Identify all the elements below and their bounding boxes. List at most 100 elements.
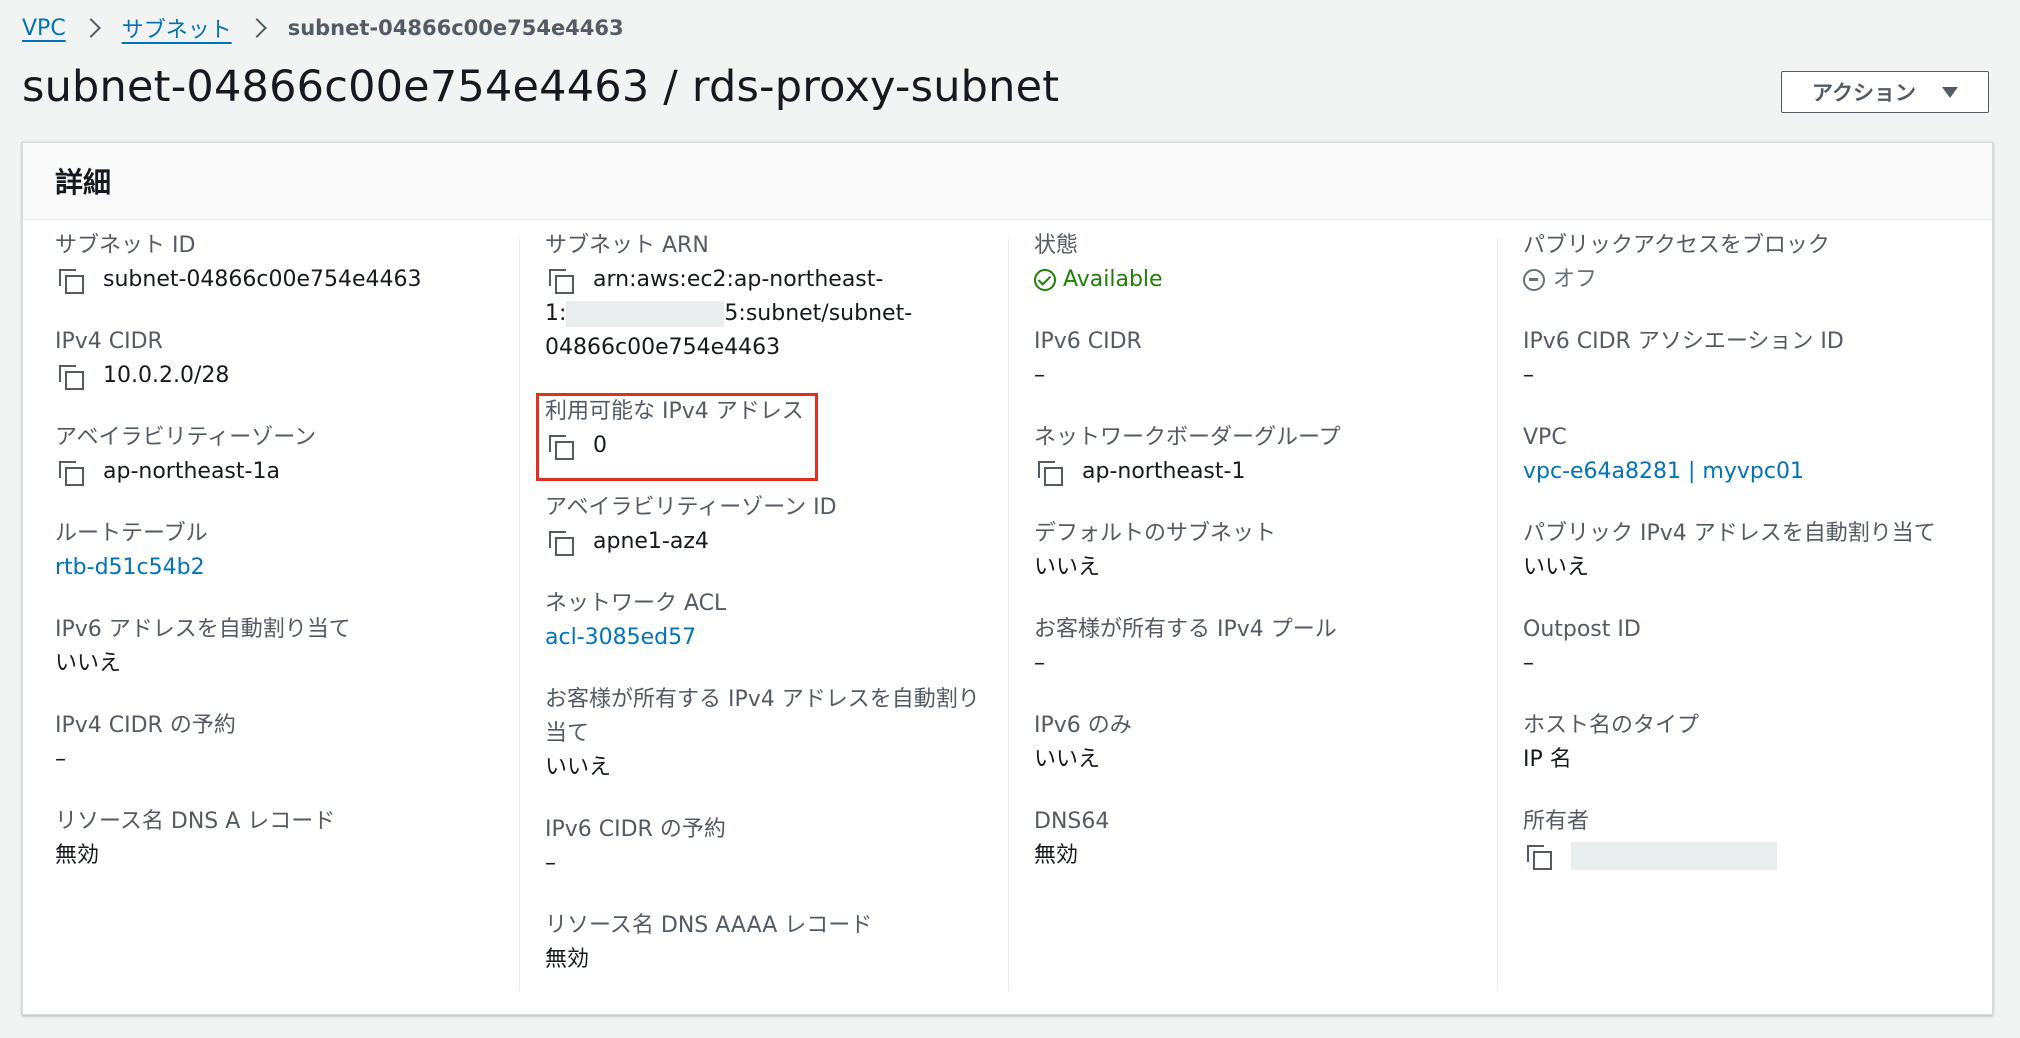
availability-zone-value: ap-northeast-1a <box>103 459 280 484</box>
field-value: – <box>1523 651 1534 676</box>
field-label: サブネット ARN <box>545 233 709 258</box>
caret-down-icon <box>1941 86 1958 98</box>
field-label-continued: 当て <box>545 721 590 746</box>
field-label: VPC <box>1523 425 1567 450</box>
border-group-value: ap-northeast-1 <box>1082 459 1246 484</box>
subnet-arn-line1: arn:aws:ec2:ap-northeast- <box>593 267 884 292</box>
field-label: IPv6 CIDR アソシエーション ID <box>1523 329 1844 354</box>
field-hostname-type: ホスト名のタイプ IP 名 <box>1523 709 1963 777</box>
actions-button[interactable]: アクション <box>1781 71 1989 113</box>
field-customer-ipv4-pool: お客様が所有する IPv4 プール – <box>1034 613 1474 681</box>
field-label: IPv6 CIDR の予約 <box>545 817 726 842</box>
field-value: 無効 <box>55 843 100 868</box>
panel-title: 詳細 <box>23 143 1992 220</box>
field-label: アベイラビリティーゾーン ID <box>545 495 837 520</box>
field-value: – <box>55 747 66 772</box>
field-ipv6-only: IPv6 のみ いいえ <box>1034 709 1474 777</box>
field-label: パブリック IPv4 アドレスを自動割り当て <box>1523 521 1936 546</box>
column-divider <box>519 239 520 991</box>
field-owner: 所有者 <box>1523 805 1963 870</box>
subnet-arn-suffix: 5:subnet/subnet- <box>724 301 913 326</box>
state-value: Available <box>1063 267 1163 292</box>
az-id-value: apne1-az4 <box>593 529 709 554</box>
field-ipv6-cidr-reservation: IPv6 CIDR の予約 – <box>545 813 985 881</box>
block-public-value: オフ <box>1553 267 1598 292</box>
field-default-subnet: デフォルトのサブネット いいえ <box>1034 517 1474 585</box>
field-label: IPv4 CIDR の予約 <box>55 713 236 738</box>
field-ipv6-auto-assign: IPv6 アドレスを自動割り当て いいえ <box>55 613 495 681</box>
field-label: お客様が所有する IPv4 アドレスを自動割り <box>545 687 980 712</box>
field-label: アベイラビリティーゾーン <box>55 425 317 450</box>
field-label: 所有者 <box>1523 809 1590 834</box>
field-label: パブリックアクセスをブロック <box>1523 233 1830 258</box>
field-value: – <box>1523 363 1534 388</box>
field-value: – <box>1034 363 1045 388</box>
details-panel: 詳細 サブネット ID subnet-04866c00e754e4463 IPv… <box>22 142 1993 1015</box>
copy-icon[interactable] <box>1527 845 1552 870</box>
field-label: Outpost ID <box>1523 617 1641 642</box>
copy-icon[interactable] <box>59 365 84 390</box>
field-label: ネットワーク ACL <box>545 591 727 616</box>
field-value: いいえ <box>1034 747 1101 772</box>
field-label: ルートテーブル <box>55 521 208 546</box>
field-customer-ipv4-auto-assign: お客様が所有する IPv4 アドレスを自動割り 当て いいえ <box>545 683 985 785</box>
column-divider <box>1008 239 1009 991</box>
field-value: 無効 <box>1034 843 1079 868</box>
copy-icon[interactable] <box>59 461 84 486</box>
field-availability-zone: アベイラビリティーゾーン ap-northeast-1a <box>55 421 495 489</box>
field-label: IPv6 のみ <box>1034 713 1132 738</box>
field-label: お客様が所有する IPv4 プール <box>1034 617 1337 642</box>
copy-icon[interactable] <box>1038 461 1063 486</box>
field-value: いいえ <box>1523 555 1590 580</box>
subnet-arn-line3: 04866c00e754e4463 <box>545 335 781 360</box>
status-badge: Available <box>1034 263 1474 297</box>
column-divider <box>1497 239 1498 991</box>
field-value: IP 名 <box>1523 747 1572 772</box>
network-acl-link[interactable]: acl-3085ed57 <box>545 621 985 655</box>
copy-icon[interactable] <box>549 531 574 556</box>
field-ipv6-association-id: IPv6 CIDR アソシエーション ID – <box>1523 325 1963 393</box>
field-label: リソース名 DNS A レコード <box>55 809 336 834</box>
field-label: DNS64 <box>1034 809 1110 834</box>
highlight-box <box>536 393 818 481</box>
field-ipv4-cidr-reservation: IPv4 CIDR の予約 – <box>55 709 495 777</box>
subnet-arn-line2: 1: 5:subnet/subnet- <box>545 297 985 331</box>
breadcrumb-subnets-link[interactable]: サブネット <box>122 12 232 44</box>
route-table-link[interactable]: rtb-d51c54b2 <box>55 551 495 585</box>
field-label: サブネット ID <box>55 233 196 258</box>
field-value: いいえ <box>1034 555 1101 580</box>
field-value: いいえ <box>545 755 612 780</box>
field-ipv4-cidr: IPv4 CIDR 10.0.2.0/28 <box>55 325 495 393</box>
field-vpc: VPC vpc-e64a8281 | myvpc01 <box>1523 421 1963 489</box>
field-route-table: ルートテーブル rtb-d51c54b2 <box>55 517 495 585</box>
field-az-id: アベイラビリティーゾーン ID apne1-az4 <box>545 491 985 559</box>
field-public-ipv4-auto-assign: パブリック IPv4 アドレスを自動割り当て いいえ <box>1523 517 1963 585</box>
copy-icon[interactable] <box>59 269 84 294</box>
field-label: IPv4 CIDR <box>55 329 163 354</box>
field-ipv6-cidr: IPv6 CIDR – <box>1034 325 1474 393</box>
field-label: IPv6 CIDR <box>1034 329 1142 354</box>
copy-icon[interactable] <box>549 269 574 294</box>
breadcrumb-current: subnet-04866c00e754e4463 <box>287 16 624 40</box>
field-subnet-arn: サブネット ARN arn:aws:ec2:ap-northeast- 1: 5:… <box>545 229 985 365</box>
minus-circle-icon <box>1523 269 1545 291</box>
breadcrumb: VPC サブネット subnet-04866c00e754e4463 <box>22 10 624 46</box>
field-outpost-id: Outpost ID – <box>1523 613 1963 681</box>
status-badge: オフ <box>1523 263 1963 297</box>
field-value: いいえ <box>55 651 122 676</box>
page-title: subnet-04866c00e754e4463 / rds-proxy-sub… <box>22 62 1060 112</box>
field-label: デフォルトのサブネット <box>1034 521 1277 546</box>
field-subnet-id: サブネット ID subnet-04866c00e754e4463 <box>55 229 495 297</box>
check-circle-icon <box>1034 269 1056 291</box>
vpc-link[interactable]: vpc-e64a8281 | myvpc01 <box>1523 455 1963 489</box>
chevron-right-icon <box>246 18 267 38</box>
subnet-arn-prefix: 1: <box>545 301 567 326</box>
field-value: 無効 <box>545 947 590 972</box>
field-label: 状態 <box>1034 233 1079 258</box>
field-label: IPv6 アドレスを自動割り当て <box>55 617 351 642</box>
field-dns-aaaa-record: リソース名 DNS AAAA レコード 無効 <box>545 909 985 977</box>
subnet-id-value: subnet-04866c00e754e4463 <box>103 267 422 292</box>
actions-button-label: アクション <box>1812 81 1916 105</box>
breadcrumb-vpc-link[interactable]: VPC <box>22 16 66 41</box>
field-network-acl: ネットワーク ACL acl-3085ed57 <box>545 587 985 655</box>
